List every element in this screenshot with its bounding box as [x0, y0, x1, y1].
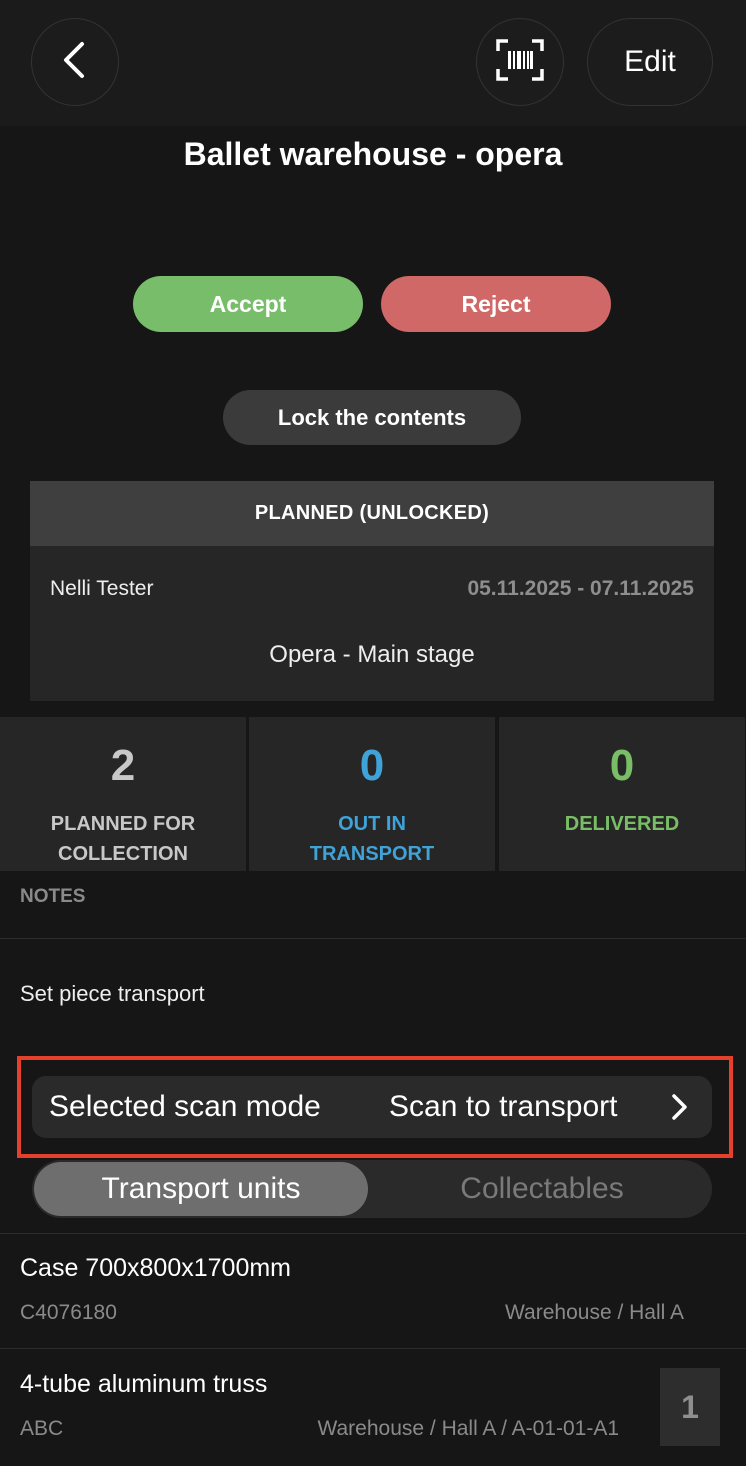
plan-status: PLANNED (UNLOCKED) [30, 481, 714, 546]
plan-card: PLANNED (UNLOCKED) Nelli Tester 05.11.20… [30, 481, 714, 701]
item-title: 4-tube aluminum truss [20, 1370, 268, 1398]
plan-location: Opera - Main stage [269, 641, 475, 668]
tab-transport-units[interactable]: Transport units [34, 1162, 368, 1216]
notes-text: Set piece transport [20, 981, 205, 1006]
tab-collectables[interactable]: Collectables [372, 1160, 712, 1218]
stat-value: 0 [359, 741, 385, 790]
plan-person: Nelli Tester [50, 577, 154, 600]
divider [0, 1233, 746, 1234]
divider [0, 938, 746, 939]
highlight-box [17, 1056, 733, 1158]
stat-value: 0 [609, 741, 635, 790]
divider [0, 1348, 746, 1349]
item-code: C4076180 [20, 1301, 117, 1324]
stat-value: 2 [110, 741, 136, 790]
stat-delivered[interactable]: 0 DELIVERED [499, 717, 745, 871]
item-code: ABC [20, 1417, 64, 1440]
quantity-badge: 1 [660, 1368, 720, 1446]
plan-dates: 05.11.2025 - 07.11.2025 [467, 577, 694, 600]
stat-planned-for-collection[interactable]: 2 PLANNED FOR COLLECTION [0, 717, 246, 871]
item-title: Case 700x800x1700mm [20, 1254, 291, 1282]
stat-label: OUT IN TRANSPORT [309, 813, 435, 865]
reject-button[interactable]: Reject [381, 276, 611, 332]
chevron-left-icon [60, 40, 90, 85]
item-location: Warehouse / Hall A / A-01-01-A1 [317, 1417, 619, 1440]
edit-button[interactable]: Edit [587, 18, 713, 106]
barcode-icon [496, 38, 544, 86]
back-button[interactable] [31, 18, 119, 106]
segmented-control: Transport units Collectables [32, 1160, 712, 1218]
lock-contents-button[interactable]: Lock the contents [223, 390, 521, 445]
stat-out-in-transport[interactable]: 0 OUT IN TRANSPORT [249, 717, 495, 871]
stat-label: DELIVERED [564, 813, 680, 835]
item-location: Warehouse / Hall A [505, 1301, 684, 1324]
page-title: Ballet warehouse - opera [183, 136, 563, 172]
accept-button[interactable]: Accept [133, 276, 363, 332]
barcode-scan-button[interactable] [476, 18, 564, 106]
stat-label: PLANNED FOR COLLECTION [50, 813, 196, 865]
notes-heading: NOTES [20, 886, 86, 907]
